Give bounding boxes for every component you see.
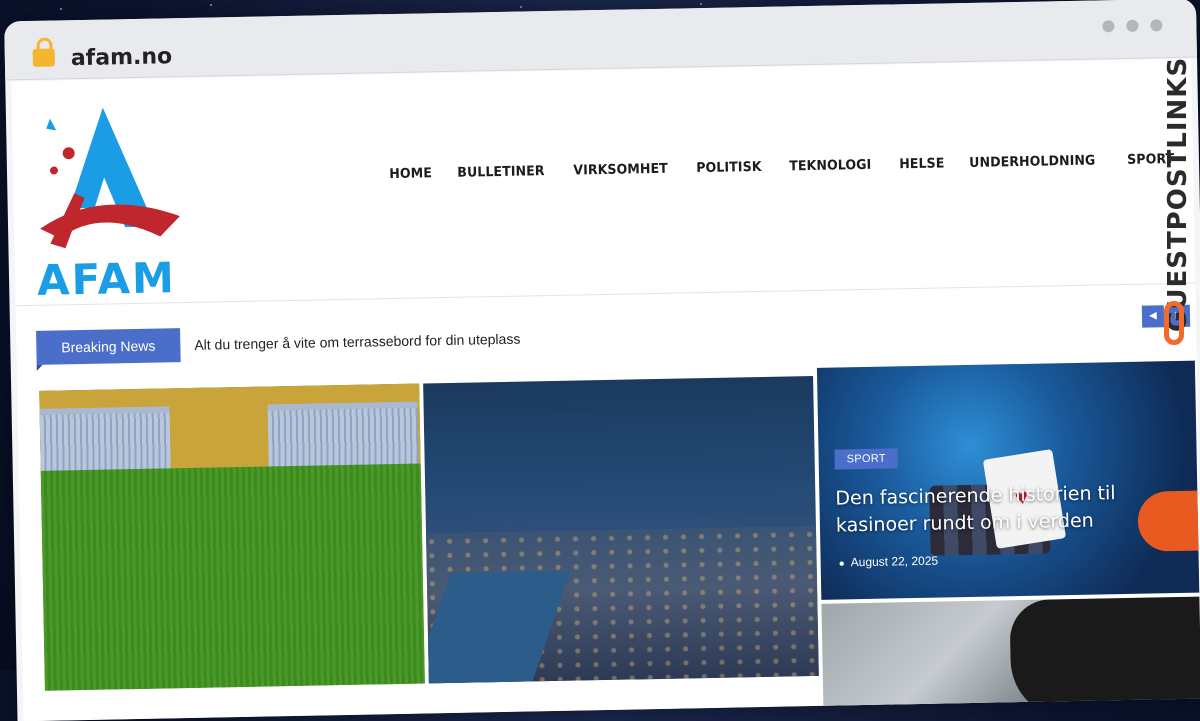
news-card-2[interactable] [423, 375, 819, 684]
browser-window: afam.no AFAM HOME BULLETINER VIRKSOMHET … [4, 0, 1200, 721]
nav-item-virksomhet[interactable]: VIRKSOMHET [563, 161, 678, 179]
main-nav: HOME BULLETINER VIRKSOMHET POLITISK TEKN… [379, 148, 1200, 182]
nav-item-politisk[interactable]: POLITISK [686, 159, 772, 177]
card-image-hand [1137, 490, 1199, 552]
featured-title[interactable]: Den fascinerende historien til kasinoer … [835, 480, 1136, 540]
bench-image [39, 406, 171, 475]
category-tag[interactable]: SPORT [834, 448, 899, 470]
nav-item-teknologi[interactable]: TEKNOLOGI [778, 157, 881, 175]
header-divider [15, 282, 1196, 307]
link-icon [1164, 301, 1184, 345]
news-card-1[interactable] [39, 383, 425, 691]
news-card-4[interactable] [821, 596, 1200, 721]
logo-text[interactable]: AFAM [37, 253, 177, 305]
card-image-glove [1009, 596, 1200, 721]
nav-item-bulletiner[interactable]: BULLETINER [447, 163, 555, 181]
window-dot-2[interactable] [1126, 19, 1139, 32]
bench-image [267, 401, 419, 471]
window-dot-1[interactable] [1102, 20, 1115, 33]
nav-item-home[interactable]: HOME [379, 165, 442, 182]
guestpostlinks-watermark: GUESTPOSTLINKS [1158, 55, 1194, 355]
breaking-news-headline[interactable]: Alt du trenger å vite om terrassebord fo… [194, 331, 520, 353]
window-dot-3[interactable] [1150, 19, 1163, 32]
web-page: AFAM HOME BULLETINER VIRKSOMHET POLITISK… [11, 58, 1200, 721]
featured-card[interactable]: SPORT Den fascinerende historien til kas… [816, 360, 1200, 600]
watermark-text: GUESTPOSTLINKS [1163, 56, 1193, 332]
nav-item-underholdning[interactable]: UNDERHOLDNING [959, 152, 1106, 171]
nav-item-helse[interactable]: HELSE [889, 155, 955, 172]
url-text[interactable]: afam.no [71, 44, 173, 71]
lock-icon [32, 48, 55, 67]
breaking-news-label: Breaking News [36, 328, 181, 365]
card-image-grass [40, 463, 425, 691]
featured-date: August 22, 2025 [839, 554, 939, 570]
